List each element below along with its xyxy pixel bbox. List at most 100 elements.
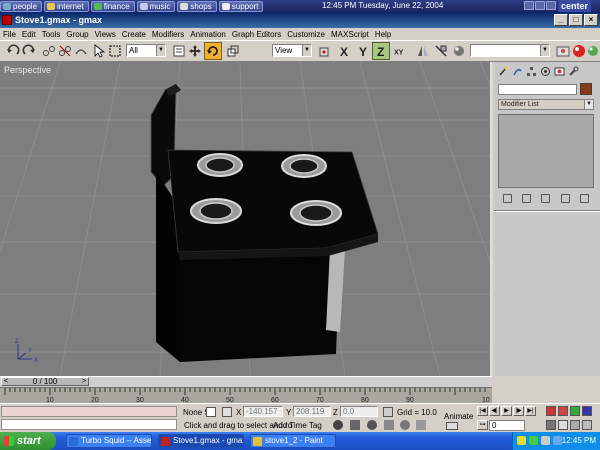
menu-views[interactable]: Views xyxy=(95,30,116,39)
track-bar[interactable]: 10 20 30 40 50 60 70 80 90 10 xyxy=(0,387,492,404)
unlink-icon[interactable] xyxy=(58,44,72,58)
crossing-select-icon[interactable] xyxy=(416,420,426,430)
x-coordinate-field[interactable]: -140.157 xyxy=(243,406,283,417)
edit-mode-icon[interactable] xyxy=(400,420,410,430)
lock-selection-icon[interactable] xyxy=(206,407,216,417)
menu-maxscript[interactable]: MAXScript xyxy=(331,30,369,39)
menu-edit[interactable]: Edit xyxy=(22,30,36,39)
tray-security-icon[interactable] xyxy=(553,436,562,445)
render-last-icon[interactable] xyxy=(586,44,600,58)
angle-snap-icon[interactable] xyxy=(350,420,360,430)
link-people[interactable]: people xyxy=(0,0,43,12)
restrict-y-icon[interactable]: Y xyxy=(356,44,370,58)
bind-spacewarp-icon[interactable] xyxy=(74,44,88,58)
field-of-view-icon[interactable] xyxy=(546,420,556,430)
close-button[interactable]: × xyxy=(584,14,598,26)
reference-coordinate-dropdown[interactable]: View ▼ xyxy=(272,44,312,57)
restore-icon[interactable] xyxy=(535,1,545,10)
quick-render-icon[interactable] xyxy=(572,44,586,58)
link-shops[interactable]: shops xyxy=(177,0,217,12)
align-icon[interactable] xyxy=(434,44,448,58)
pan-icon[interactable] xyxy=(558,420,568,430)
display-tab-icon[interactable] xyxy=(554,66,565,77)
maximize-viewport-icon[interactable] xyxy=(582,420,592,430)
link-internet[interactable]: internet xyxy=(44,0,89,12)
motion-tab-icon[interactable] xyxy=(540,66,551,77)
y-coordinate-field[interactable]: 208.119 xyxy=(293,406,331,417)
menu-create[interactable]: Create xyxy=(122,30,146,39)
mirror-icon[interactable] xyxy=(416,44,430,58)
viewport-canvas[interactable]: Z X Y xyxy=(0,62,492,376)
select-link-icon[interactable] xyxy=(42,44,56,58)
perspective-viewport[interactable]: Z X Y Perspective xyxy=(0,62,492,376)
absolute-mode-icon[interactable] xyxy=(222,407,232,417)
snap-toggle-icon[interactable] xyxy=(333,420,343,430)
minimize-button[interactable]: _ xyxy=(554,14,568,26)
minimize-icon[interactable] xyxy=(524,1,534,10)
zoom-extents-all-icon[interactable] xyxy=(582,406,592,416)
undo-icon[interactable] xyxy=(6,44,20,58)
time-slider-thumb[interactable]: < 0 / 100 > xyxy=(1,377,89,386)
add-time-tag[interactable]: Add Time Tag xyxy=(273,421,322,430)
restrict-x-icon[interactable]: X xyxy=(338,44,352,58)
center-brand[interactable]: center xyxy=(558,0,592,12)
previous-frame-icon[interactable]: ◀| xyxy=(489,406,500,416)
menu-animation[interactable]: Animation xyxy=(190,30,226,39)
menu-modifiers[interactable]: Modifiers xyxy=(152,30,184,39)
pin-stack-icon[interactable] xyxy=(503,193,513,203)
percent-snap-icon[interactable] xyxy=(367,420,377,430)
modifier-list-dropdown[interactable]: Modifier List ▼ xyxy=(498,99,594,110)
time-slider[interactable]: < 0 / 100 > xyxy=(0,376,492,387)
task-turbo-squid[interactable]: Turbo Squid -- Asset ... xyxy=(66,434,152,448)
next-frame-icon[interactable]: |▶ xyxy=(513,406,524,416)
animate-button[interactable]: Animate xyxy=(444,412,473,421)
task-gmax[interactable]: Stove1.gmax - gmax xyxy=(158,434,244,448)
utilities-tab-icon[interactable] xyxy=(568,66,579,77)
start-button[interactable]: start xyxy=(0,432,56,450)
select-move-icon[interactable] xyxy=(188,44,202,58)
configure-modifier-sets-icon[interactable] xyxy=(579,193,589,203)
key-mode-icon[interactable] xyxy=(446,422,458,430)
arc-rotate-icon[interactable] xyxy=(570,420,580,430)
maxscript-listener-input[interactable] xyxy=(1,419,177,430)
remove-modifier-icon[interactable] xyxy=(560,193,570,203)
create-tab-icon[interactable] xyxy=(498,66,509,77)
modifier-stack[interactable] xyxy=(498,114,594,188)
menu-tools[interactable]: Tools xyxy=(42,30,61,39)
object-name-field[interactable] xyxy=(498,84,577,95)
restrict-z-icon[interactable]: Z xyxy=(372,42,390,60)
clock[interactable]: 12:45 PM xyxy=(562,432,596,450)
go-to-end-icon[interactable]: ▶| xyxy=(525,406,536,416)
select-by-name-icon[interactable] xyxy=(172,44,186,58)
current-frame-field[interactable]: 0 xyxy=(489,420,525,431)
zoom-icon[interactable] xyxy=(546,406,556,416)
play-icon[interactable]: ▶ xyxy=(501,406,512,416)
select-scale-icon[interactable] xyxy=(226,44,240,58)
pivot-center-icon[interactable] xyxy=(318,44,332,58)
tray-app-icon[interactable] xyxy=(517,436,526,445)
maximize-button[interactable]: □ xyxy=(569,14,583,26)
link-music[interactable]: music xyxy=(136,0,176,12)
object-color-swatch[interactable] xyxy=(580,83,592,95)
maxscript-listener-output[interactable] xyxy=(1,406,177,417)
zoom-extents-icon[interactable] xyxy=(570,406,580,416)
link-finance[interactable]: finance xyxy=(90,0,135,12)
menu-help[interactable]: Help xyxy=(375,30,391,39)
hierarchy-tab-icon[interactable] xyxy=(526,66,537,77)
named-selection-dropdown[interactable]: ▼ xyxy=(470,44,550,57)
tray-volume-icon[interactable] xyxy=(541,436,550,445)
tray-network-icon[interactable] xyxy=(529,436,538,445)
z-coordinate-field[interactable]: 0.0 xyxy=(340,406,378,417)
material-editor-icon[interactable] xyxy=(452,44,466,58)
link-support[interactable]: support xyxy=(218,0,264,12)
menu-file[interactable]: File xyxy=(3,30,16,39)
make-unique-icon[interactable] xyxy=(541,193,551,203)
close-icon[interactable] xyxy=(546,1,556,10)
restrict-xy-icon[interactable]: XY xyxy=(394,44,410,58)
key-mode-toggle-icon[interactable]: ⊶ xyxy=(477,420,488,430)
menu-graph-editors[interactable]: Graph Editors xyxy=(232,30,281,39)
task-paint[interactable]: stove1_2 - Paint xyxy=(250,434,336,448)
select-object-icon[interactable] xyxy=(92,44,106,58)
selection-filter-dropdown[interactable]: All ▼ xyxy=(126,44,166,57)
zoom-all-icon[interactable] xyxy=(558,406,568,416)
